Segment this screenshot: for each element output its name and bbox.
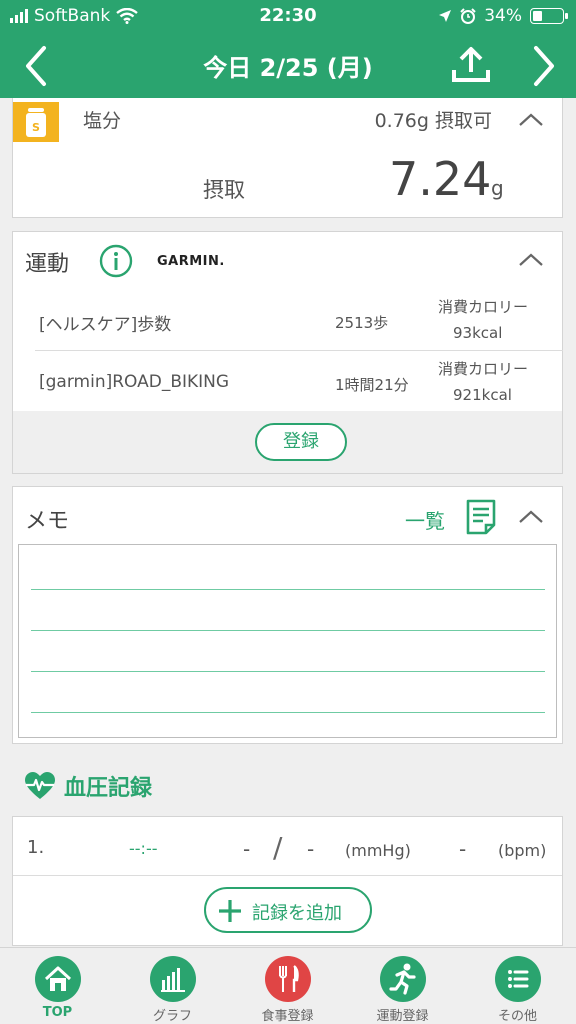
- tab-bar: TOP グラフ 食事登録 運動登録 その他: [0, 947, 576, 1024]
- fork-knife-icon: [265, 956, 311, 1002]
- salt-remaining: 0.76g 摂取可: [374, 110, 492, 132]
- row-index: 1.: [27, 837, 45, 858]
- memo-card: メモ 一覧: [12, 486, 563, 744]
- tab-top[interactable]: TOP: [0, 948, 115, 1024]
- tab-label: 食事登録: [261, 1009, 314, 1024]
- time-value: --:--: [129, 839, 158, 858]
- memo-list-icon[interactable]: [465, 499, 497, 535]
- svg-text:S: S: [32, 121, 40, 134]
- slash-separator: /: [273, 831, 283, 864]
- calorie-label: 消費カロリー: [438, 298, 529, 316]
- next-day-button[interactable]: [522, 44, 562, 88]
- battery-icon: [530, 8, 568, 24]
- memo-title: メモ: [25, 509, 70, 534]
- plus-icon: [219, 900, 241, 922]
- blood-pressure-row[interactable]: 1. --:-- - / - (mmHg) - (bpm): [13, 817, 562, 876]
- exercise-amount: 2513歩: [335, 314, 389, 332]
- status-bar: SoftBank 22:30 34%: [0, 0, 576, 34]
- exercise-name: [garmin]ROAD_BIKING: [39, 372, 230, 392]
- battery-percent: 34%: [484, 6, 522, 26]
- heart-pulse-icon: [25, 772, 55, 799]
- diastolic-value: -: [307, 837, 315, 861]
- salt-unit: g: [491, 176, 504, 200]
- memo-ruled-line: [31, 589, 545, 590]
- collapse-memo-button[interactable]: [518, 509, 544, 525]
- tab-label: グラフ: [152, 1009, 192, 1024]
- upload-icon: [452, 47, 490, 82]
- calorie-value: 921kcal: [453, 386, 512, 404]
- memo-list-link[interactable]: 一覧: [405, 505, 445, 534]
- mmhg-unit: (mmHg): [345, 841, 411, 860]
- exercise-footer: 登録: [13, 411, 562, 473]
- top-bar: SoftBank 22:30 34% 今日 2/25 (月): [0, 0, 576, 98]
- blood-pressure-card: 1. --:-- - / - (mmHg) - (bpm) 記録を追加: [12, 816, 563, 946]
- collapse-salt-button[interactable]: [518, 112, 544, 128]
- list-icon: [495, 956, 541, 1002]
- location-icon: [439, 10, 452, 22]
- memo-ruled-line: [31, 712, 545, 713]
- salt-shaker-icon: S: [13, 102, 59, 142]
- tab-label: TOP: [42, 1005, 73, 1020]
- register-exercise-button[interactable]: 登録: [255, 423, 347, 461]
- info-icon[interactable]: [99, 244, 133, 278]
- home-icon: [35, 956, 81, 1002]
- add-record-label: 記録を追加: [252, 903, 342, 924]
- exercise-amount: 1時間21分: [335, 376, 409, 394]
- exercise-row: [garmin]ROAD_BIKING 1時間21分 消費カロリー 921kca…: [35, 352, 563, 412]
- bar-chart-icon: [150, 956, 196, 1002]
- alarm-icon: [460, 8, 476, 24]
- exercise-card: 運動 GARMIN. [ヘルスケア]歩数 2513歩 消費カロリー 93kcal…: [12, 231, 563, 474]
- chevron-right-icon: [534, 46, 554, 86]
- pulse-value: -: [459, 837, 467, 861]
- exercise-row: [ヘルスケア]歩数 2513歩 消費カロリー 93kcal: [35, 290, 563, 350]
- memo-textarea[interactable]: [18, 544, 557, 738]
- salt-card: S 塩分 0.76g 摂取可 摂取 7.24 g: [12, 98, 563, 218]
- tab-meal-register[interactable]: 食事登録: [230, 948, 345, 1024]
- calorie-value: 93kcal: [453, 324, 503, 342]
- tab-label: その他: [497, 1009, 537, 1024]
- blood-pressure-title: 血圧記録: [64, 776, 153, 801]
- salt-intake-value: 7.24: [389, 152, 492, 206]
- tab-graph[interactable]: グラフ: [115, 948, 230, 1024]
- exercise-name: [ヘルスケア]歩数: [39, 315, 172, 335]
- bpm-unit: (bpm): [498, 841, 547, 860]
- divider: [35, 350, 563, 351]
- salt-intake-label: 摂取: [203, 178, 245, 202]
- exercise-title: 運動: [25, 252, 70, 277]
- tab-label: 運動登録: [376, 1009, 429, 1024]
- salt-label: 塩分: [83, 110, 122, 132]
- memo-ruled-line: [31, 671, 545, 672]
- blood-pressure-header: 血圧記録: [24, 766, 152, 806]
- calorie-label: 消費カロリー: [438, 360, 529, 378]
- runner-icon: [380, 956, 426, 1002]
- header: 今日 2/25 (月): [0, 34, 576, 98]
- memo-ruled-line: [31, 630, 545, 631]
- tab-exercise-register[interactable]: 運動登録: [345, 948, 460, 1024]
- tab-other[interactable]: その他: [460, 948, 575, 1024]
- upload-button[interactable]: [450, 46, 492, 86]
- systolic-value: -: [243, 837, 251, 861]
- add-record-button[interactable]: 記録を追加: [204, 887, 372, 933]
- collapse-exercise-button[interactable]: [518, 252, 544, 268]
- garmin-logo: GARMIN.: [157, 254, 225, 269]
